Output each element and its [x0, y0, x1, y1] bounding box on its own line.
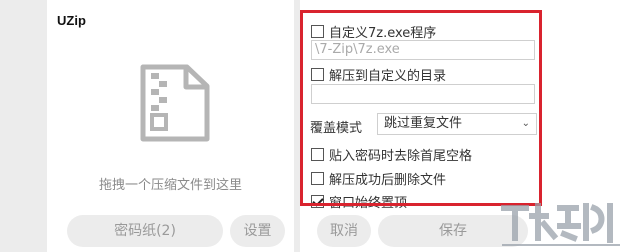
delete-after-label: 解压成功后删除文件 [329, 173, 447, 188]
always-on-top-option[interactable]: 窗口始终置顶 [311, 192, 407, 211]
trim-password-label: 贴入密码时去除首尾空格 [329, 149, 473, 164]
custom-dir-checkbox[interactable] [311, 68, 324, 81]
custom-7z-path-field[interactable]: \7-Zip\7z.exe [311, 40, 535, 60]
delete-after-option[interactable]: 解压成功后删除文件 [311, 169, 446, 188]
zip-file-icon [140, 64, 210, 142]
always-on-top-label: 窗口始终置顶 [329, 196, 408, 211]
password-book-button[interactable]: 密码纸(2) [67, 215, 223, 247]
app-title: UZip [57, 13, 86, 28]
custom-dir-field[interactable] [311, 84, 535, 104]
drop-panel[interactable]: UZip 拖拽一个压缩文件到这里 密码纸(2) 设置 [47, 0, 294, 252]
custom-7z-option[interactable]: 自定义7z.exe程序 [311, 22, 436, 41]
custom-7z-checkbox[interactable] [311, 25, 324, 38]
save-button[interactable]: 保存 [378, 215, 528, 247]
delete-after-checkbox[interactable] [311, 172, 324, 185]
custom-7z-label: 自定义7z.exe程序 [329, 26, 437, 41]
overwrite-mode-select[interactable]: 跳过重复文件 ⌄ [377, 113, 537, 135]
trim-password-checkbox[interactable] [311, 148, 324, 161]
overwrite-mode-value: 跳过重复文件 [384, 116, 463, 131]
chevron-down-icon: ⌄ [521, 118, 530, 129]
overwrite-mode-label: 覆盖模式 [310, 121, 363, 136]
settings-button[interactable]: 设置 [230, 215, 285, 247]
custom-dir-label: 解压到自定义的目录 [329, 69, 447, 84]
always-on-top-checkbox[interactable] [311, 195, 324, 208]
cancel-button[interactable]: 取消 [317, 215, 371, 247]
drop-hint: 拖拽一个压缩文件到这里 [98, 178, 242, 193]
custom-dir-option[interactable]: 解压到自定义的目录 [311, 65, 446, 84]
trim-password-option[interactable]: 贴入密码时去除首尾空格 [311, 145, 472, 164]
